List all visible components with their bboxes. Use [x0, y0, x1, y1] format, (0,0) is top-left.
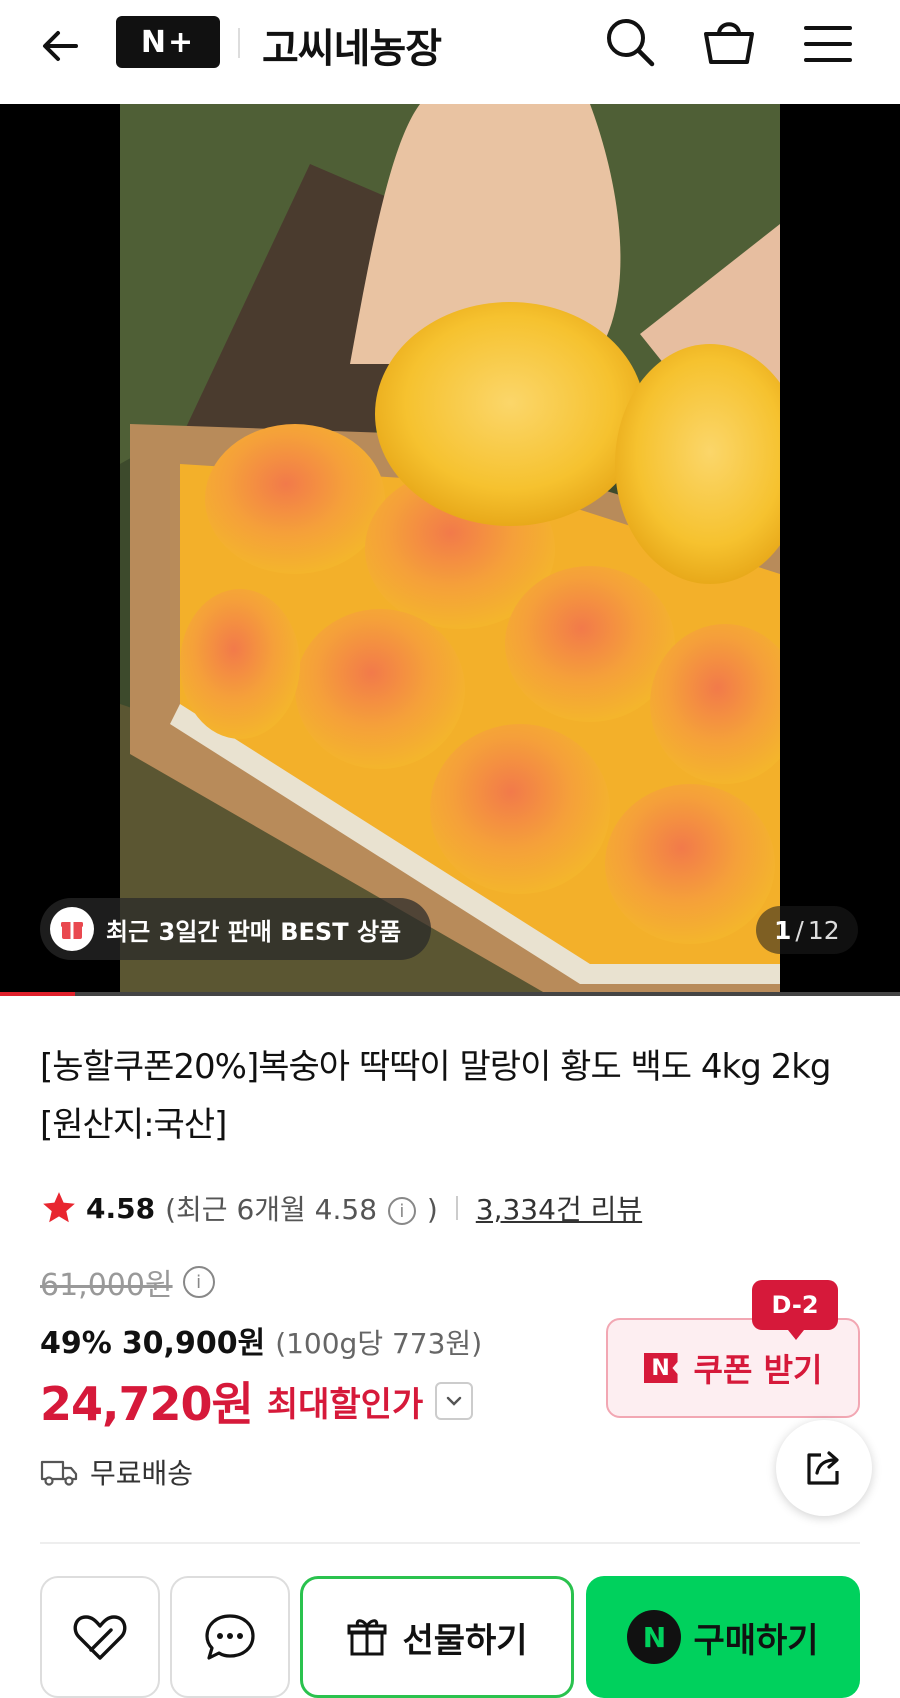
recent-rating: (최근 6개월 4.58 i ) — [165, 1188, 438, 1228]
coupon-download-button[interactable]: N 쿠폰 받기 — [606, 1318, 860, 1418]
buy-button[interactable]: N 구매하기 — [586, 1576, 860, 1698]
carousel-progress-track — [0, 992, 900, 996]
naverpay-n-icon: N — [627, 1610, 682, 1664]
naver-plus-logo[interactable]: N+ — [116, 16, 220, 68]
heart-icon — [73, 1615, 127, 1660]
top-header: N+ 고씨네농장 — [0, 0, 900, 104]
image-page-counter: 1 / 12 — [756, 906, 858, 954]
best-seller-badge: 최근 3일간 판매 BEST 상품 — [40, 898, 432, 960]
star-icon — [43, 1192, 75, 1223]
product-photo-peaches — [120, 104, 780, 996]
coupon-button-label: 쿠폰 받기 — [693, 1351, 823, 1389]
gift-icon — [347, 1619, 387, 1656]
total-pages: 12 — [807, 915, 840, 945]
bottom-action-bar: 선물하기 N 구매하기 — [0, 1550, 900, 1698]
rating-score: 4.58 — [86, 1191, 156, 1225]
current-page: 1 — [774, 915, 792, 945]
menu-icon[interactable] — [800, 16, 856, 72]
original-price-row: 61,000원 i — [40, 1260, 217, 1304]
rating-row: 4.58 (최근 6개월 4.58 i ) 3,334건 리뷰 — [40, 1186, 642, 1230]
sale-price-row: 49% 30,900원 (100g당 773원) — [40, 1318, 482, 1362]
chevron-down-icon[interactable] — [435, 1382, 474, 1420]
max-discount-label: 최대할인가 — [266, 1384, 424, 1425]
store-name[interactable]: 고씨네농장 — [262, 16, 442, 74]
info-icon[interactable]: i — [387, 1197, 416, 1225]
product-media-carousel[interactable]: 최근 3일간 판매 BEST 상품 1 / 12 — [0, 104, 900, 996]
gift-button-label: 선물하기 — [402, 1620, 528, 1661]
gift-button[interactable]: 선물하기 — [300, 1576, 574, 1698]
share-icon — [807, 1451, 839, 1485]
chat-bubble-icon — [205, 1614, 255, 1660]
carousel-progress-fill — [0, 992, 75, 996]
review-count-link[interactable]: 3,334건 리뷰 — [476, 1188, 642, 1228]
naver-coupon-icon: N — [643, 1353, 678, 1383]
section-divider — [40, 1542, 860, 1544]
header-divider — [238, 28, 240, 58]
share-button[interactable] — [776, 1420, 872, 1516]
product-title: [농할쿠폰20%]복숭아 딱딱이 말랑이 황도 백도 4kg 2kg [원산지:… — [40, 1047, 832, 1145]
truck-icon — [40, 1460, 78, 1486]
discount-rate: 49% — [40, 1326, 112, 1361]
search-icon[interactable] — [602, 14, 658, 70]
wishlist-button[interactable] — [40, 1576, 160, 1698]
best-badge-text: 최근 3일간 판매 BEST 상품 — [106, 917, 402, 946]
page-separator: / — [795, 915, 804, 945]
gift-box-icon — [50, 907, 94, 951]
recent-rating-text: (최근 6개월 4.58 — [165, 1193, 378, 1226]
unit-price: (100g당 773원) — [275, 1327, 483, 1360]
shipping-info: 무료배송 — [40, 1452, 193, 1492]
buy-button-label: 구매하기 — [693, 1620, 819, 1661]
cart-icon[interactable] — [700, 12, 758, 70]
free-shipping-label: 무료배송 — [90, 1457, 194, 1490]
rating-separator — [455, 1196, 458, 1220]
recent-rating-close: ) — [426, 1193, 438, 1226]
sale-price: 30,900원 — [121, 1326, 266, 1361]
max-discount-price: 24,720원 — [40, 1377, 254, 1431]
price-info-icon[interactable]: i — [182, 1266, 215, 1298]
max-discount-row: 24,720원 최대할인가 — [40, 1368, 474, 1434]
dday-badge: D-2 — [752, 1280, 838, 1340]
back-arrow-icon[interactable] — [36, 22, 84, 70]
talktalk-chat-button[interactable] — [170, 1576, 290, 1698]
original-price: 61,000원 — [40, 1268, 173, 1303]
